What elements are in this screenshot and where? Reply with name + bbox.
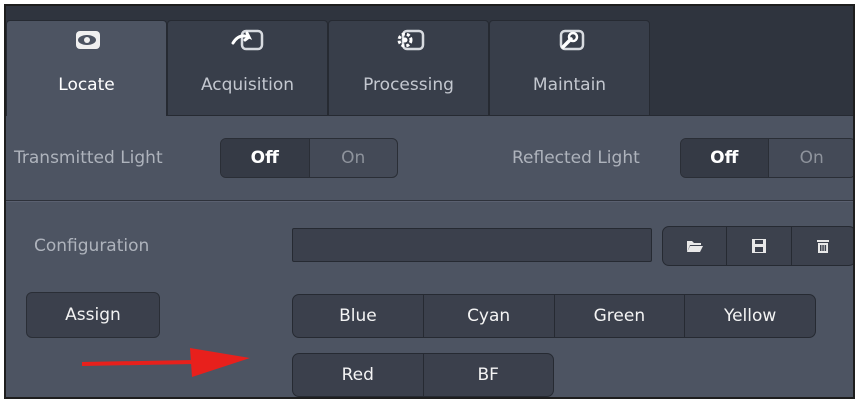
tab-label: Maintain xyxy=(532,75,607,95)
configuration-section: Configuration Assign Blue Cyan Green Yel… xyxy=(6,202,853,397)
channel-green-button[interactable]: Green xyxy=(555,295,686,337)
reflected-light-off-option[interactable]: Off xyxy=(681,139,769,177)
tab-label: Acquisition xyxy=(200,75,295,95)
transmitted-light-label: Transmitted Light xyxy=(14,148,163,168)
open-configuration-button[interactable] xyxy=(663,227,728,265)
save-configuration-button[interactable] xyxy=(727,227,792,265)
folder-open-icon xyxy=(686,241,703,252)
tab-bar: Locate Acquisition Processing Maintain xyxy=(6,6,853,117)
channel-yellow-button[interactable]: Yellow xyxy=(685,295,815,337)
configuration-actions xyxy=(662,226,853,266)
acquisition-arrow-icon xyxy=(231,29,263,51)
annotation-arrow-icon xyxy=(82,348,250,377)
tab-acquisition[interactable]: Acquisition xyxy=(167,20,328,116)
delete-icon xyxy=(817,240,830,253)
locate-panel: Locate Acquisition Processing Maintain T… xyxy=(4,4,855,399)
tab-label: Processing xyxy=(363,75,454,95)
channel-buttons-row-2: Red BF xyxy=(292,353,554,397)
transmitted-light-off-option[interactable]: Off xyxy=(221,139,310,177)
eye-icon xyxy=(75,31,100,49)
transmitted-light-toggle: Off On xyxy=(220,138,398,178)
channel-bf-button[interactable]: BF xyxy=(424,354,554,396)
reflected-light-on-option[interactable]: On xyxy=(769,139,854,177)
save-icon xyxy=(751,239,766,253)
tab-locate[interactable]: Locate xyxy=(6,20,167,117)
configuration-label: Configuration xyxy=(34,236,150,256)
light-controls: Transmitted Light Off On Reflected Light… xyxy=(6,116,853,200)
tab-processing[interactable]: Processing xyxy=(328,20,489,116)
transmitted-light-on-option[interactable]: On xyxy=(310,139,398,177)
reflected-light-toggle: Off On xyxy=(680,138,854,178)
gear-icon xyxy=(397,29,424,51)
configuration-input[interactable] xyxy=(292,228,652,262)
channel-red-button[interactable]: Red xyxy=(293,354,424,396)
delete-configuration-button[interactable] xyxy=(792,227,853,265)
channel-blue-button[interactable]: Blue xyxy=(293,295,424,337)
tab-maintain[interactable]: Maintain xyxy=(489,20,650,116)
channel-buttons-row-1: Blue Cyan Green Yellow xyxy=(292,294,816,338)
wrench-icon xyxy=(559,29,584,51)
channel-cyan-button[interactable]: Cyan xyxy=(424,295,555,337)
tab-label: Locate xyxy=(58,75,115,95)
reflected-light-label: Reflected Light xyxy=(512,148,640,168)
assign-button[interactable]: Assign xyxy=(26,292,160,338)
